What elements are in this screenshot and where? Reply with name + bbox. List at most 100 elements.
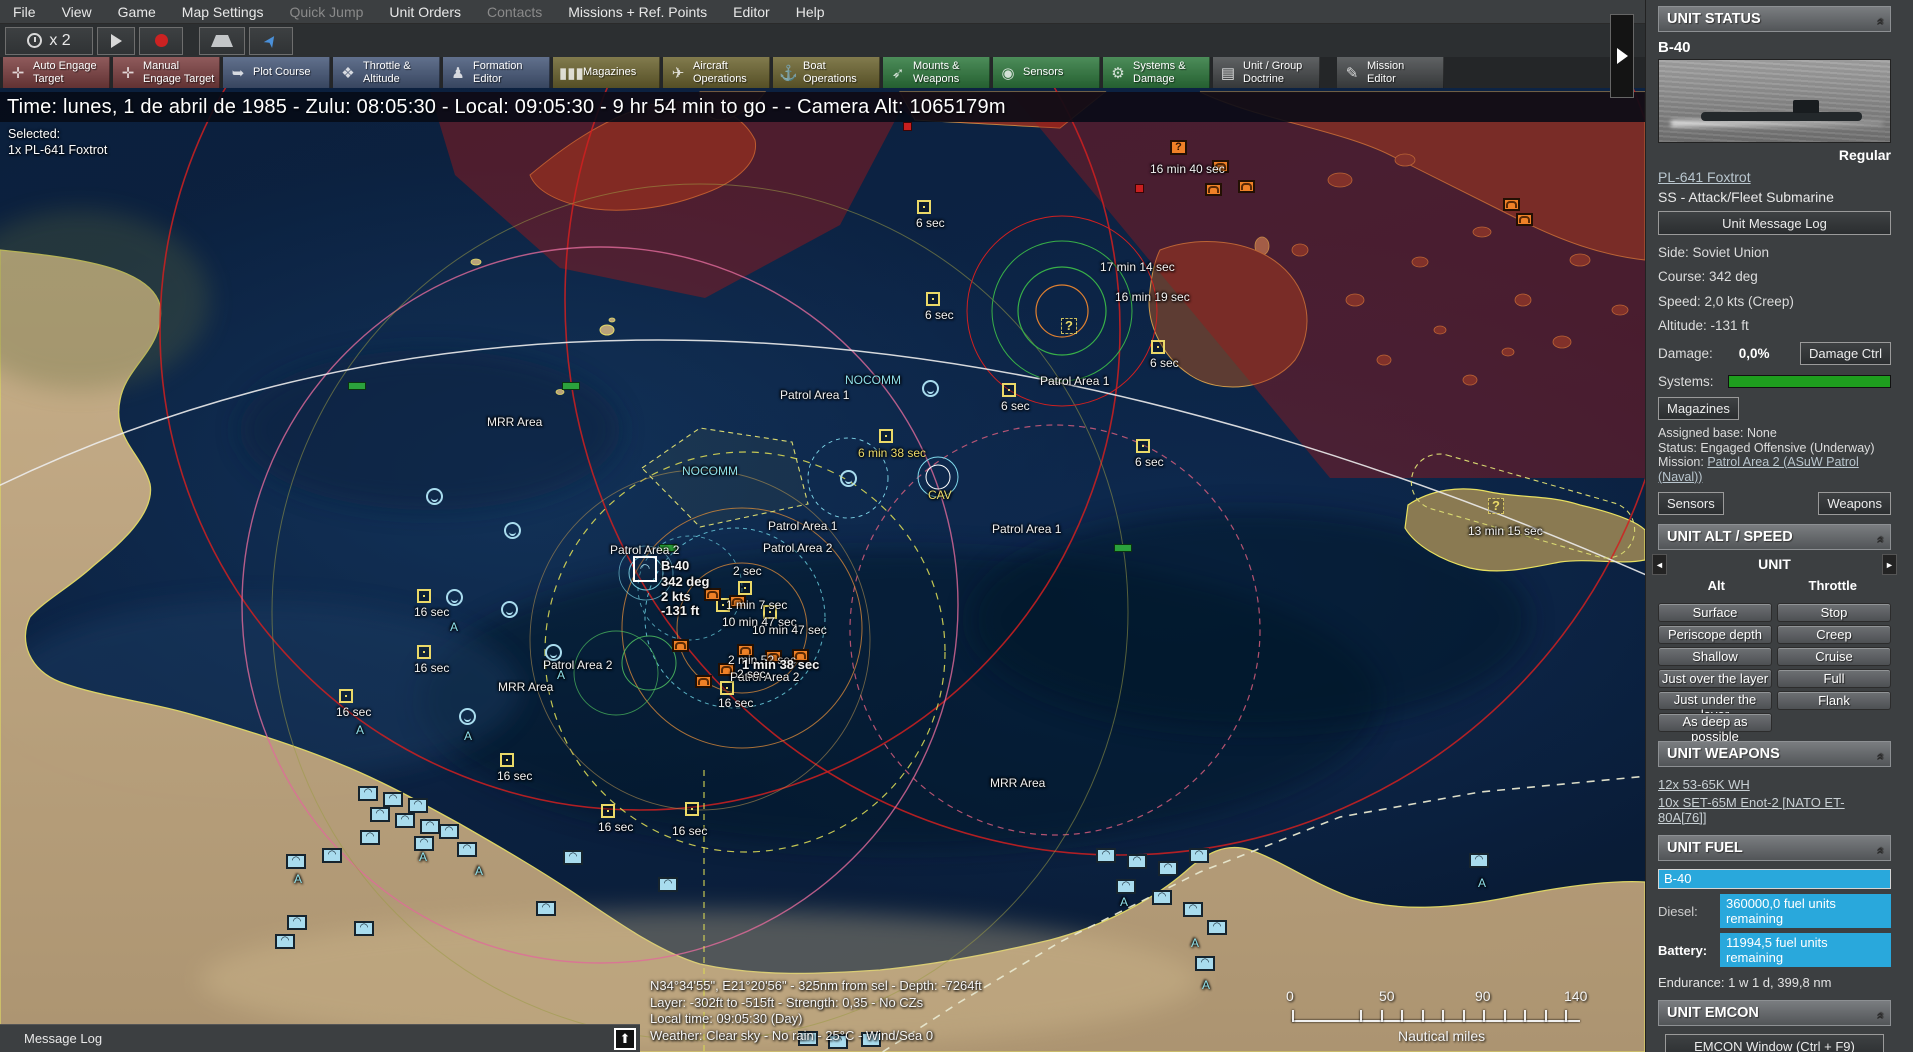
menu-item-unit-orders[interactable]: Unit Orders: [376, 0, 474, 24]
hostile-unit-icon[interactable]: [672, 639, 689, 652]
hostile-unit-icon[interactable]: [1205, 183, 1222, 196]
unknown-contact-icon[interactable]: [417, 645, 431, 659]
unit-message-log-button[interactable]: Unit Message Log: [1658, 211, 1891, 235]
naval-unit-icon[interactable]: [1116, 879, 1136, 894]
reference-point-icon[interactable]: [348, 382, 366, 390]
sensors-button[interactable]: ◉Sensors: [993, 57, 1100, 88]
submarine-datum-icon[interactable]: [426, 488, 443, 505]
naval-unit-icon[interactable]: [287, 915, 307, 930]
naval-unit-icon[interactable]: [1195, 956, 1215, 971]
submarine-datum-icon[interactable]: [501, 601, 518, 618]
naval-unit-icon[interactable]: [439, 824, 459, 839]
naval-unit-icon[interactable]: [563, 850, 583, 865]
naval-unit-icon[interactable]: [383, 792, 403, 807]
naval-unit-icon[interactable]: [1152, 890, 1172, 905]
unknown-query-icon[interactable]: [1061, 318, 1077, 334]
naval-unit-icon[interactable]: [275, 934, 295, 949]
naval-unit-icon[interactable]: [536, 901, 556, 916]
naval-unit-icon[interactable]: [1189, 848, 1209, 863]
hostile-point-icon[interactable]: [903, 122, 912, 131]
record-button[interactable]: [139, 27, 183, 55]
menu-item-view[interactable]: View: [49, 0, 105, 24]
sensors-panel-button[interactable]: Sensors: [1658, 492, 1724, 515]
unknown-contact-icon[interactable]: [1136, 439, 1150, 453]
systems-damage-button[interactable]: ⚙Systems &Damage: [1103, 57, 1210, 88]
hostile-unit-icon[interactable]: [1238, 180, 1255, 193]
map-canvas[interactable]: 6 sec16 min 40 sec17 min 14 sec16 min 19…: [0, 0, 1645, 1052]
naval-unit-icon[interactable]: [354, 921, 374, 936]
unknown-contact-icon[interactable]: [417, 589, 431, 603]
unknown-contact-icon[interactable]: [926, 292, 940, 306]
unknown-contact-icon[interactable]: [917, 200, 931, 214]
menu-item-game[interactable]: Game: [105, 0, 169, 24]
unknown-contact-icon[interactable]: [339, 689, 353, 703]
naval-unit-icon[interactable]: [1469, 853, 1489, 868]
sidebar-collapse-handle[interactable]: [1610, 14, 1634, 98]
message-log-expand-button[interactable]: ⬆: [614, 1028, 636, 1050]
naval-unit-icon[interactable]: [658, 877, 678, 892]
unit-weapons-header[interactable]: UNIT WEAPONS »: [1658, 741, 1891, 767]
unknown-contact-icon[interactable]: [879, 429, 893, 443]
menu-item-file[interactable]: File: [0, 0, 49, 24]
naval-unit-icon[interactable]: [360, 830, 380, 845]
hostile-point-icon[interactable]: [1135, 184, 1144, 193]
menu-item-map-settings[interactable]: Map Settings: [169, 0, 277, 24]
naval-unit-icon[interactable]: [414, 836, 434, 851]
naval-unit-icon[interactable]: [1207, 920, 1227, 935]
submarine-datum-icon[interactable]: [446, 589, 463, 606]
naval-unit-icon[interactable]: [1127, 854, 1147, 869]
unit-class-link[interactable]: PL-641 Foxtrot: [1658, 169, 1751, 185]
naval-unit-icon[interactable]: [395, 813, 415, 828]
manual-engage-target-button[interactable]: ✛ManualEngage Target: [113, 57, 220, 88]
unit-alt-speed-header[interactable]: UNIT ALT / SPEED »: [1658, 524, 1891, 550]
damage-ctrl-button[interactable]: Damage Ctrl: [1800, 342, 1891, 365]
mission-editor-button[interactable]: ✎MissionEditor: [1337, 57, 1444, 88]
submarine-datum-icon[interactable]: [922, 380, 939, 397]
unit-emcon-header[interactable]: UNIT EMCON »: [1658, 1000, 1891, 1026]
throttle-altitude-button[interactable]: ❖Throttle &Altitude: [333, 57, 440, 88]
naval-unit-icon[interactable]: [408, 798, 428, 813]
alt-as-deep-as-possible-button[interactable]: As deep as possible: [1658, 713, 1772, 732]
boat-operations-button[interactable]: ⚓BoatOperations: [773, 57, 880, 88]
jump-to-button[interactable]: ➤: [249, 27, 293, 55]
submarine-datum-icon[interactable]: [840, 470, 857, 487]
reference-point-icon[interactable]: [1114, 544, 1132, 552]
naval-unit-icon[interactable]: [420, 819, 440, 834]
naval-unit-icon[interactable]: [322, 848, 342, 863]
hostile-unit-icon[interactable]: [704, 588, 721, 601]
unit-group-doctrine-button[interactable]: ▤Unit / GroupDoctrine: [1213, 57, 1320, 88]
naval-unit-icon[interactable]: [1183, 902, 1203, 917]
emcon-window-button[interactable]: EMCON Window (Ctrl + F9): [1665, 1034, 1884, 1052]
collapse-chevron-icon[interactable]: »: [1867, 849, 1891, 854]
throttle-creep-button[interactable]: Creep: [1777, 625, 1891, 644]
alt-periscope-depth-button[interactable]: Periscope depth: [1658, 625, 1772, 644]
scope-next-button[interactable]: ►: [1882, 554, 1897, 575]
mounts-weapons-button[interactable]: ➶Mounts &Weapons: [883, 57, 990, 88]
menu-item-missions-ref-points[interactable]: Missions + Ref. Points: [555, 0, 720, 24]
menu-item-help[interactable]: Help: [783, 0, 838, 24]
map-layers-button[interactable]: [199, 27, 245, 55]
unknown-contact-icon[interactable]: [738, 581, 752, 595]
naval-unit-icon[interactable]: [1158, 861, 1178, 876]
collapse-chevron-icon[interactable]: »: [1867, 20, 1891, 25]
hostile-unknown-icon[interactable]: [1170, 140, 1187, 155]
alt-surface-button[interactable]: Surface: [1658, 603, 1772, 622]
plot-course-button[interactable]: ➥Plot Course: [223, 57, 330, 88]
naval-unit-icon[interactable]: [358, 786, 378, 801]
auto-engage-target-button[interactable]: ✛Auto EngageTarget: [3, 57, 110, 88]
unknown-contact-icon[interactable]: [500, 753, 514, 767]
alt-just-under-the-layer-button[interactable]: Just under the layer: [1658, 691, 1772, 710]
unknown-contact-icon[interactable]: [685, 802, 699, 816]
hostile-unit-icon[interactable]: [1503, 198, 1520, 211]
throttle-stop-button[interactable]: Stop: [1777, 603, 1891, 622]
formation-editor-button[interactable]: ♟FormationEditor: [443, 57, 550, 88]
naval-unit-icon[interactable]: [457, 842, 477, 857]
magazines-button[interactable]: ▮▮▮Magazines: [553, 57, 660, 88]
collapse-chevron-icon[interactable]: »: [1867, 538, 1891, 543]
throttle-flank-button[interactable]: Flank: [1777, 691, 1891, 710]
naval-unit-icon[interactable]: [286, 854, 306, 869]
submarine-datum-icon[interactable]: [459, 708, 476, 725]
unknown-contact-icon[interactable]: [1151, 340, 1165, 354]
play-button[interactable]: [97, 27, 135, 55]
naval-unit-icon[interactable]: [370, 807, 390, 822]
